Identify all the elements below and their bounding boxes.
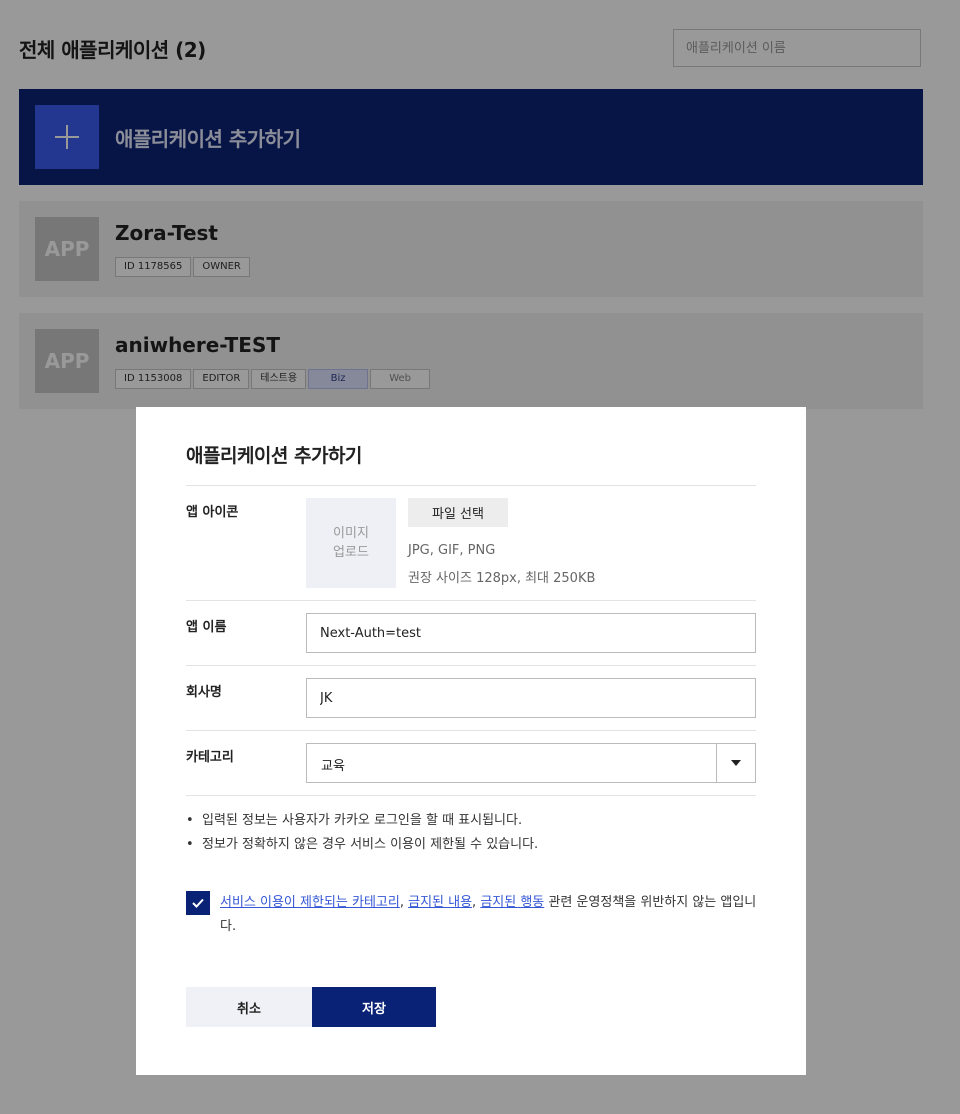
notice-list: • 입력된 정보는 사용자가 카카오 로그인을 할 때 표시됩니다. • 정보가 정… bbox=[186, 809, 538, 857]
divider bbox=[186, 600, 756, 601]
prohibited-behavior-link[interactable]: 금지된 행동 bbox=[480, 895, 544, 910]
icon-upload-preview[interactable]: 이미지 업로드 bbox=[306, 498, 396, 588]
divider bbox=[186, 795, 756, 796]
preview-text-line1: 이미지 bbox=[333, 526, 369, 541]
file-formats: JPG, GIF, PNG bbox=[408, 543, 496, 558]
category-selected-value: 교육 bbox=[321, 759, 345, 774]
modal-title: 애플리케이션 추가하기 bbox=[186, 445, 362, 467]
divider bbox=[186, 730, 756, 731]
select-divider bbox=[716, 744, 717, 782]
app-name-label: 앱 이름 bbox=[186, 620, 227, 635]
category-select[interactable]: 교육 bbox=[306, 743, 756, 783]
category-label: 카테고리 bbox=[186, 750, 234, 765]
app-name-field[interactable] bbox=[306, 613, 756, 653]
agreement-checkbox[interactable] bbox=[186, 891, 210, 915]
divider bbox=[186, 665, 756, 666]
file-size-hint: 권장 사이즈 128px, 최대 250KB bbox=[408, 571, 596, 586]
preview-text-line2: 업로드 bbox=[333, 545, 369, 560]
restricted-category-link[interactable]: 서비스 이용이 제한되는 카테고리 bbox=[220, 895, 400, 910]
notice-item: • 입력된 정보는 사용자가 카카오 로그인을 할 때 표시됩니다. bbox=[186, 809, 538, 833]
app-icon-label: 앱 아이콘 bbox=[186, 505, 239, 520]
add-application-modal: 애플리케이션 추가하기 앱 아이콘 이미지 업로드 파일 선택 JPG, GIF… bbox=[136, 407, 806, 1075]
company-field[interactable] bbox=[306, 678, 756, 718]
save-button[interactable]: 저장 bbox=[312, 987, 436, 1027]
bullet-icon: • bbox=[186, 837, 194, 852]
chevron-down-icon bbox=[731, 760, 741, 766]
prohibited-content-link[interactable]: 금지된 내용 bbox=[408, 895, 472, 910]
check-icon bbox=[192, 898, 204, 908]
bullet-icon: • bbox=[186, 813, 194, 828]
notice-item: • 정보가 정확하지 않은 경우 서비스 이용이 제한될 수 있습니다. bbox=[186, 833, 538, 857]
agreement-text: 서비스 이용이 제한되는 카테고리, 금지된 내용, 금지된 행동 관련 운영정… bbox=[220, 895, 757, 934]
app-name-input[interactable] bbox=[307, 614, 755, 652]
cancel-button[interactable]: 취소 bbox=[186, 987, 312, 1027]
divider bbox=[186, 485, 756, 486]
file-select-button[interactable]: 파일 선택 bbox=[408, 498, 508, 527]
company-label: 회사명 bbox=[186, 685, 222, 700]
company-input[interactable] bbox=[307, 679, 755, 717]
